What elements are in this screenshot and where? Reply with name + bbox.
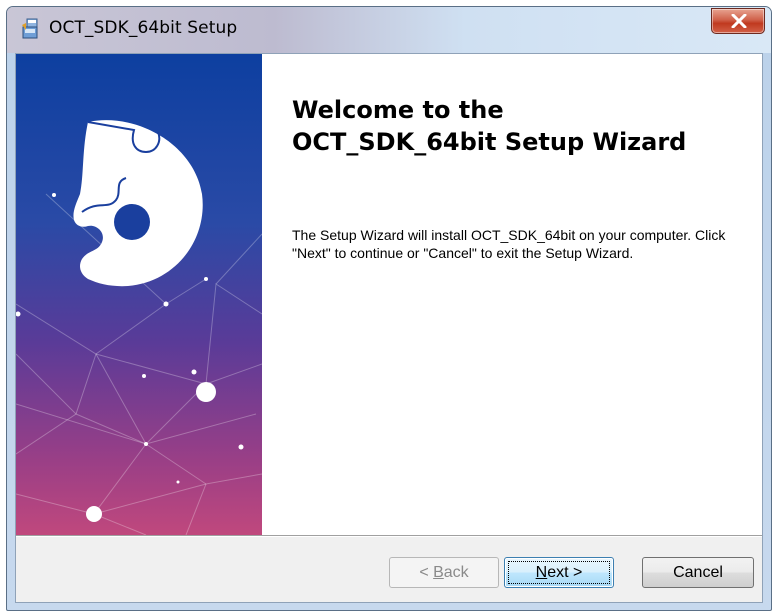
welcome-heading-line2: OCT_SDK_64bit Setup Wizard xyxy=(292,128,687,156)
window-title: OCT_SDK_64bit Setup xyxy=(49,18,238,38)
back-button-mnemonic: B xyxy=(433,563,444,581)
wizard-banner-image xyxy=(16,54,262,535)
wizard-client-area: Welcome to the OCT_SDK_64bit Setup Wizar… xyxy=(15,53,763,603)
cancel-button[interactable]: Cancel xyxy=(642,557,754,588)
welcome-description: The Setup Wizard will install OCT_SDK_64… xyxy=(292,227,726,261)
button-area-separator xyxy=(16,535,762,537)
welcome-panel: Welcome to the OCT_SDK_64bit Setup Wizar… xyxy=(262,54,762,535)
back-button[interactable]: < Back xyxy=(389,557,499,588)
back-button-label-rest: ack xyxy=(443,563,469,581)
setup-window: OCT_SDK_64bit Setup Welcome to the OCT_S… xyxy=(6,6,772,611)
back-button-prefix: < xyxy=(419,563,434,581)
next-button-focus-ring xyxy=(508,561,610,584)
next-button[interactable]: Next > xyxy=(504,557,614,588)
close-icon xyxy=(731,14,747,28)
installer-icon xyxy=(21,18,41,40)
title-bar[interactable]: OCT_SDK_64bit Setup xyxy=(7,7,771,53)
welcome-heading: Welcome to the OCT_SDK_64bit Setup Wizar… xyxy=(292,94,752,158)
welcome-heading-line1: Welcome to the xyxy=(292,96,504,124)
close-button[interactable] xyxy=(711,8,765,34)
